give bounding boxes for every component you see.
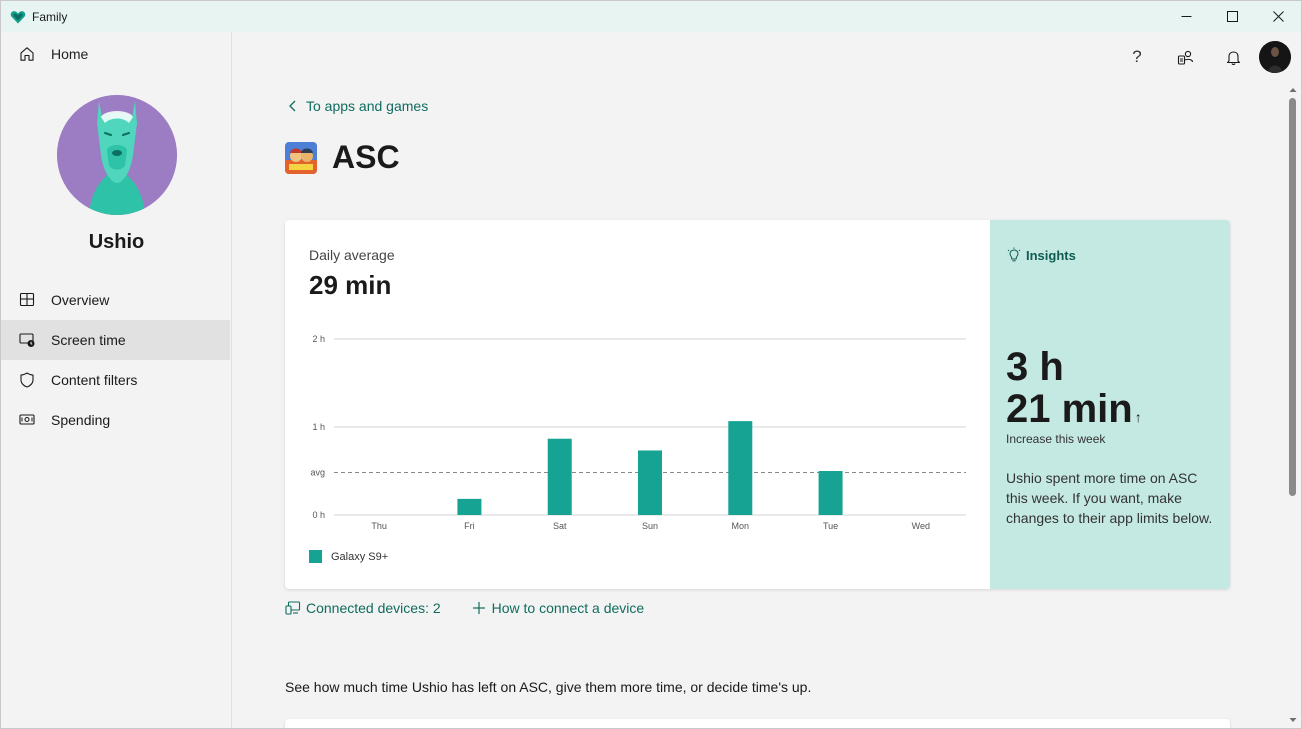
bar-mon[interactable] — [728, 421, 753, 515]
window-title: Family — [32, 9, 68, 24]
how-to-connect-label: How to connect a device — [491, 600, 645, 616]
sidebar-item-label: Spending — [51, 412, 111, 428]
help-icon: ? — [1132, 47, 1142, 66]
how-to-connect-link[interactable]: How to connect a device — [471, 600, 645, 616]
profile-avatar — [57, 95, 177, 215]
app-limits-card — [285, 719, 1230, 728]
lightbulb-icon — [1007, 247, 1021, 262]
legend-swatch — [309, 550, 322, 563]
device-links: Connected devices: 2 How to connect a de… — [285, 600, 644, 616]
connected-devices-link[interactable]: Connected devices: 2 — [285, 600, 441, 616]
window-controls — [1163, 1, 1301, 32]
home-icon — [20, 47, 34, 61]
maximize-icon — [1226, 11, 1238, 22]
app-window: Family Home Ushio Overview Screen time C… — [0, 0, 1302, 729]
y-tick-label: 1 h — [312, 422, 325, 432]
family-heart-logo-icon — [10, 10, 26, 23]
close-button[interactable] — [1255, 1, 1301, 32]
scroll-up-arrow-icon[interactable] — [1289, 86, 1297, 94]
x-tick-label: Mon — [732, 521, 750, 531]
sidebar: Home Ushio Overview Screen time Content … — [1, 32, 232, 728]
x-tick-label: Thu — [371, 521, 387, 531]
usage-card: Daily average 29 min 0 h avg 1 h 2 h Thu Fri S… — [285, 220, 1230, 589]
x-tick-label: Sun — [642, 521, 658, 531]
sidebar-item-screen-time[interactable]: Screen time — [1, 320, 230, 360]
help-button[interactable]: ? — [1113, 41, 1161, 73]
top-bar-actions: ? — [1113, 41, 1291, 73]
connected-devices-label: Connected devices: 2 — [306, 600, 441, 616]
insight-subtitle: Increase this week — [1006, 432, 1106, 446]
legend-label: Galaxy S9+ — [331, 550, 389, 563]
insight-description: Ushio spent more time on ASC this week. … — [1006, 470, 1213, 526]
x-tick-label: Sat — [553, 521, 567, 531]
maximize-button[interactable] — [1209, 1, 1255, 32]
bar-fri[interactable] — [457, 498, 482, 515]
time-left-description: See how much time Ushio has left on ASC,… — [285, 679, 812, 695]
sidebar-nav: Overview Screen time Content filters Spe… — [1, 280, 230, 440]
profile-name: Ushio — [88, 231, 145, 253]
sidebar-item-label: Overview — [51, 292, 110, 308]
y-tick-label: 0 h — [312, 510, 325, 520]
daily-average-label: Daily average — [309, 247, 395, 263]
usage-bar-chart: 0 h avg 1 h 2 h Thu Fri Sat Sun Mon Tue Wed — [310, 334, 966, 531]
insights-panel: Insights 3 h 21 min ↑ Increase this week … — [990, 220, 1230, 589]
insight-minutes: 21 min — [1006, 387, 1133, 431]
app-title: ASC — [332, 139, 400, 175]
asc-app-icon — [285, 141, 317, 174]
chevron-left-icon — [289, 100, 296, 112]
bar-sat[interactable] — [547, 438, 572, 515]
x-tick-label: Tue — [823, 521, 838, 531]
chart-legend: Galaxy S9+ — [309, 550, 388, 563]
llama-avatar-icon — [57, 95, 177, 215]
usage-chart-panel: Daily average 29 min 0 h avg 1 h 2 h Thu Fri S… — [285, 220, 990, 589]
y-tick-label: 2 h — [312, 334, 325, 344]
screen-time-icon — [19, 333, 35, 347]
devices-icon — [285, 601, 301, 615]
bar-sun[interactable] — [638, 450, 662, 515]
sidebar-item-label: Screen time — [51, 332, 126, 348]
spending-icon — [19, 414, 35, 425]
sidebar-item-content-filters[interactable]: Content filters — [1, 360, 230, 400]
minimize-icon — [1181, 16, 1191, 17]
back-link-label: To apps and games — [306, 98, 429, 114]
family-switch-icon — [1177, 50, 1193, 65]
close-icon — [1272, 11, 1284, 22]
sidebar-item-overview[interactable]: Overview — [1, 280, 230, 320]
scrollbar-thumb[interactable] — [1289, 98, 1296, 496]
insights-title: Insights — [1006, 247, 1076, 263]
x-tick-label: Fri — [464, 521, 475, 531]
sidebar-item-spending[interactable]: Spending — [1, 400, 230, 440]
daily-average-value: 29 min — [309, 270, 392, 300]
bar-tue[interactable] — [818, 471, 843, 515]
insights-title-label: Insights — [1026, 247, 1076, 263]
overview-icon — [19, 292, 35, 307]
arrow-up-icon: ↑ — [1134, 409, 1142, 425]
insight-increase-value: 3 h 21 min ↑ — [1006, 346, 1142, 438]
title-bar: Family — [1, 1, 1301, 32]
app-header: ASC — [285, 139, 400, 176]
sidebar-item-label: Content filters — [51, 372, 138, 388]
insight-hours: 3 h — [1006, 345, 1064, 389]
user-avatar[interactable] — [1259, 41, 1291, 73]
notifications-icon — [1226, 50, 1240, 65]
sidebar-item-home[interactable]: Home — [1, 38, 230, 70]
user-photo-icon — [1259, 41, 1291, 73]
plus-icon — [472, 602, 485, 614]
shield-icon — [20, 372, 34, 388]
back-to-apps-link[interactable]: To apps and games — [288, 98, 428, 114]
notifications-button[interactable] — [1209, 41, 1257, 73]
vertical-scrollbar[interactable] — [1286, 83, 1298, 727]
sidebar-item-label: Home — [51, 46, 89, 62]
minimize-button[interactable] — [1163, 1, 1209, 32]
scroll-down-arrow-icon[interactable] — [1289, 716, 1297, 724]
family-switch-button[interactable] — [1161, 41, 1209, 73]
x-tick-label: Wed — [912, 521, 930, 531]
y-tick-label: avg — [310, 467, 325, 477]
